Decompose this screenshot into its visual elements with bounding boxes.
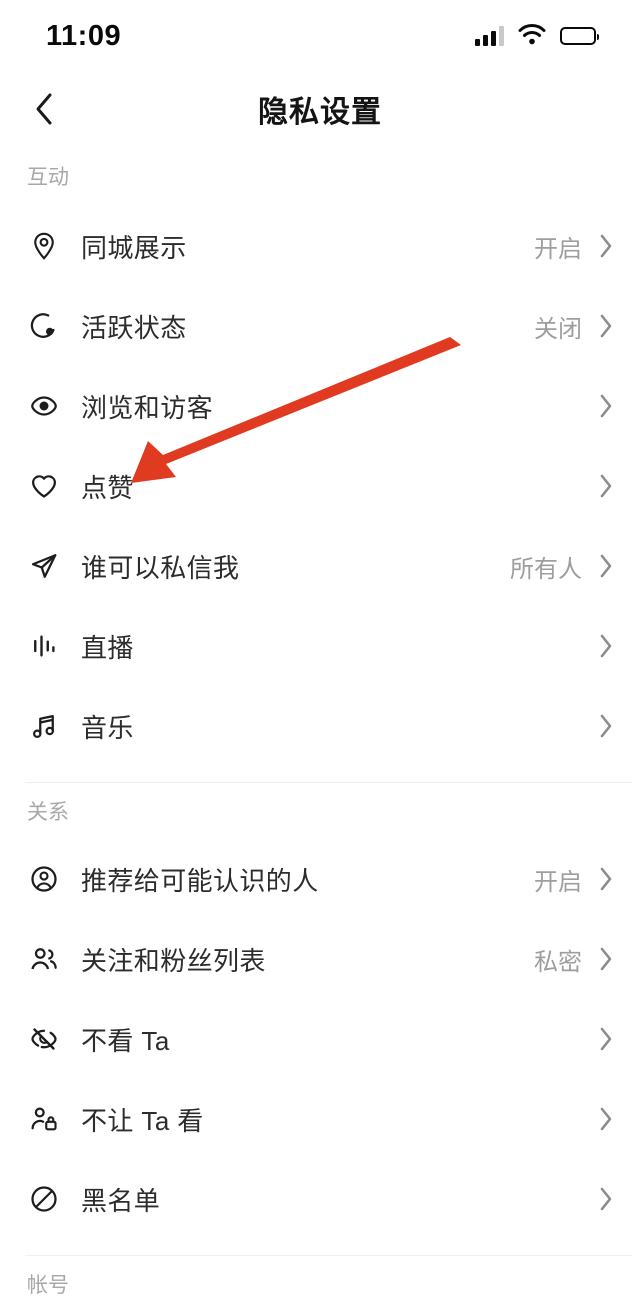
row-label: 推荐给可能认识的人	[81, 865, 319, 896]
row-live-streaming[interactable]: 直播	[0, 606, 640, 686]
person-lock-icon	[27, 1102, 61, 1136]
row-value: 私密	[534, 948, 582, 976]
row-who-can-message-me[interactable]: 谁可以私信我 所有人	[0, 526, 640, 606]
row-label: 黑名单	[81, 1185, 161, 1216]
people-group-icon	[27, 942, 61, 976]
section-header-account: 帐号	[27, 1274, 69, 1297]
activity-status-icon	[27, 309, 61, 343]
music-note-icon	[27, 709, 61, 743]
row-following-and-fans-list[interactable]: 关注和粉丝列表 私密	[0, 919, 640, 999]
heart-icon	[27, 469, 61, 503]
section-header-relationship: 关系	[27, 801, 69, 824]
status-bar-time: 11:09	[46, 19, 122, 52]
block-circle-icon	[27, 1182, 61, 1216]
row-label: 浏览和访客	[81, 392, 214, 423]
row-label: 活跃状态	[81, 312, 187, 343]
back-button[interactable]	[22, 87, 66, 131]
cellular-signal-icon	[475, 26, 504, 46]
chevron-right-icon	[598, 393, 614, 419]
row-label: 同城展示	[81, 232, 187, 263]
row-label: 不让 Ta 看	[81, 1105, 204, 1136]
row-value: 关闭	[534, 315, 582, 343]
row-value: 所有人	[510, 555, 582, 583]
privacy-settings-screen: 11:09 隐私设置 互动 同城展示 开启 活跃状态 关闭 浏览和访客 点赞 谁…	[0, 0, 640, 1297]
row-label: 音乐	[81, 712, 134, 743]
row-music[interactable]: 音乐	[0, 686, 640, 766]
wifi-icon	[517, 23, 547, 50]
row-likes[interactable]: 点赞	[0, 446, 640, 526]
back-chevron-icon	[36, 93, 52, 125]
live-bars-icon	[27, 629, 61, 663]
row-recommend-to-known-people[interactable]: 推荐给可能认识的人 开启	[0, 839, 640, 919]
row-blacklist[interactable]: 黑名单	[0, 1159, 640, 1239]
row-value: 开启	[534, 868, 582, 896]
chevron-right-icon	[598, 313, 614, 339]
chevron-right-icon	[598, 946, 614, 972]
chevron-right-icon	[598, 233, 614, 259]
row-do-not-let-ta-see[interactable]: 不让 Ta 看	[0, 1079, 640, 1159]
chevron-right-icon	[598, 866, 614, 892]
row-label: 谁可以私信我	[81, 552, 240, 583]
section-header-interaction: 互动	[27, 166, 69, 189]
chevron-right-icon	[598, 713, 614, 739]
chevron-right-icon	[598, 473, 614, 499]
chevron-right-icon	[598, 553, 614, 579]
person-circle-icon	[27, 862, 61, 896]
row-label: 直播	[81, 632, 134, 663]
row-label: 关注和粉丝列表	[81, 945, 266, 976]
chevron-right-icon	[598, 1106, 614, 1132]
row-label: 点赞	[81, 472, 134, 503]
navigation-bar: 隐私设置	[0, 72, 640, 146]
status-bar-icons	[475, 23, 599, 50]
row-same-city-display[interactable]: 同城展示 开启	[0, 206, 640, 286]
row-do-not-see-ta[interactable]: 不看 Ta	[0, 999, 640, 1079]
page-title: 隐私设置	[258, 96, 382, 129]
chevron-right-icon	[598, 633, 614, 659]
battery-icon	[560, 27, 599, 45]
row-browsing-and-visitors[interactable]: 浏览和访客	[0, 366, 640, 446]
chevron-right-icon	[598, 1186, 614, 1212]
location-pin-icon	[27, 229, 61, 263]
eye-icon	[27, 389, 61, 423]
chevron-right-icon	[598, 1026, 614, 1052]
row-label: 不看 Ta	[81, 1025, 170, 1056]
row-value: 开启	[534, 235, 582, 263]
eye-off-icon	[27, 1022, 61, 1056]
paper-plane-icon	[27, 549, 61, 583]
status-bar: 11:09	[0, 0, 640, 72]
row-active-status[interactable]: 活跃状态 关闭	[0, 286, 640, 366]
